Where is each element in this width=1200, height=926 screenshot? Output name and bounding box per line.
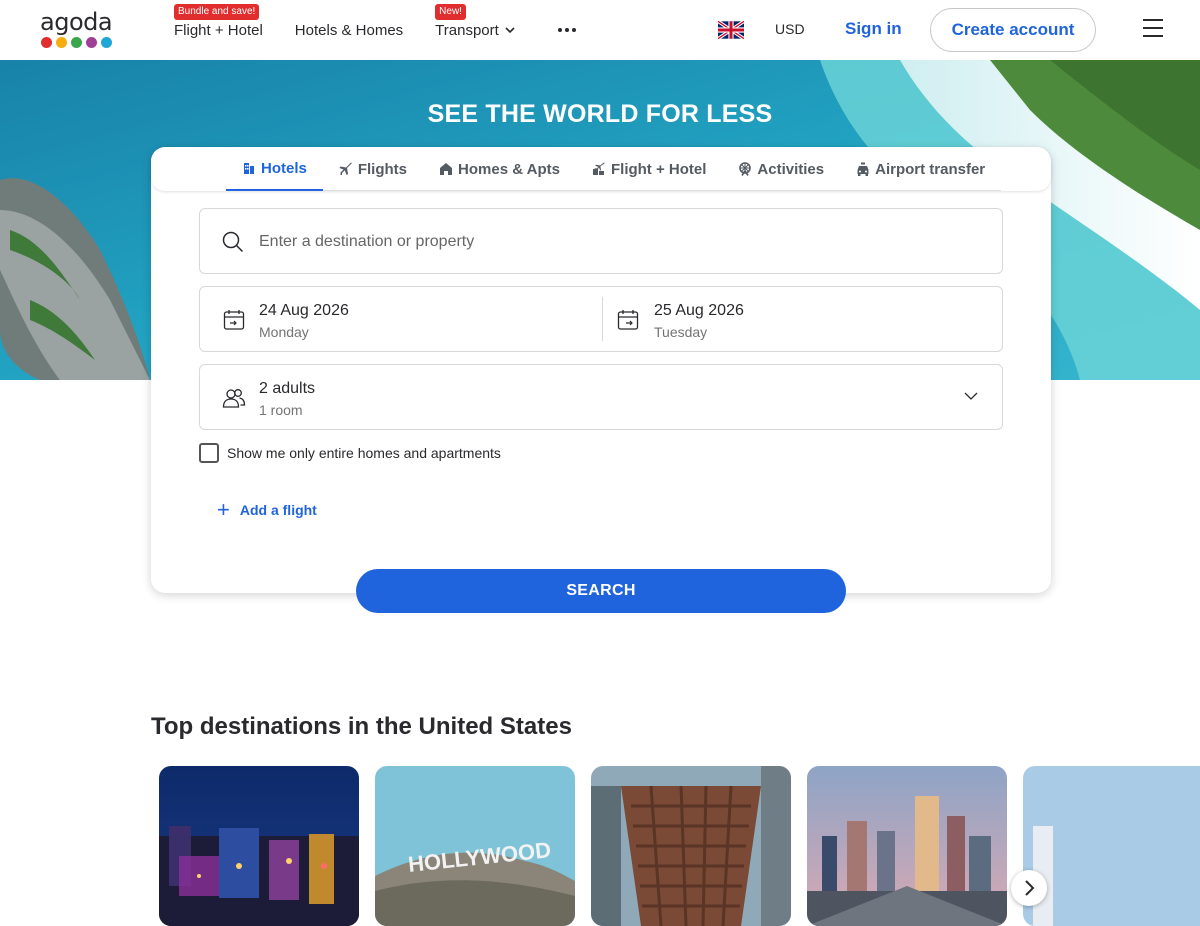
destination-card[interactable] <box>1023 766 1200 926</box>
checkout-day: Tuesday <box>654 324 708 340</box>
destination-card[interactable] <box>807 766 1007 926</box>
nav-flight-hotel-label: Flight + Hotel <box>174 21 263 39</box>
search-icon <box>222 231 244 253</box>
logo-dot <box>41 37 52 48</box>
chevron-down-icon <box>505 27 515 34</box>
checkin-date-value: 24 Aug 2026 <box>259 302 349 319</box>
destination-input[interactable] <box>259 229 959 255</box>
chevron-down-icon <box>964 392 978 400</box>
date-range-field: 24 Aug 2026 Monday 25 Aug 2026 Tuesday <box>199 286 1003 352</box>
guests-icon <box>222 389 246 408</box>
entire-homes-label: Show me only entire homes and apartments <box>227 445 501 461</box>
product-tabs: Hotels Flights Homes & Apts Flight + Hot… <box>226 147 1002 191</box>
search-button[interactable]: SEARCH <box>356 569 846 613</box>
product-tab-bar: Hotels Flights Homes & Apts Flight + Hot… <box>151 147 1051 191</box>
logo-dot <box>86 37 97 48</box>
nav-transport[interactable]: New! Transport <box>435 0 515 60</box>
top-header: agoda Bundle and save! Flight + Hotel Ho… <box>0 0 1200 60</box>
tab-flight-hotel-label: Flight + Hotel <box>610 160 707 178</box>
tab-airport-transfer[interactable]: Airport transfer <box>840 147 1001 191</box>
tab-hotels[interactable]: Hotels <box>226 147 323 191</box>
tab-activities[interactable]: Activities <box>722 147 840 191</box>
las-vegas-image <box>159 766 359 926</box>
logo-wordmark: agoda <box>40 8 113 36</box>
checkin-date[interactable]: 24 Aug 2026 Monday <box>200 287 602 351</box>
car-icon <box>857 162 869 176</box>
plane-icon <box>339 162 352 175</box>
agoda-logo[interactable]: agoda <box>40 10 114 50</box>
tab-homes-apts[interactable]: Homes & Apts <box>423 147 576 191</box>
activities-icon <box>739 162 752 176</box>
checkin-day: Monday <box>259 324 309 340</box>
logo-dots <box>40 37 114 48</box>
more-dots-icon[interactable] <box>557 0 577 60</box>
checkout-date-value: 25 Aug 2026 <box>654 302 744 319</box>
new-badge: New! <box>435 4 466 20</box>
partial-destination-image <box>1023 766 1200 926</box>
calendar-checkin-icon <box>223 310 245 330</box>
rooms-value: 1 room <box>259 402 303 418</box>
add-flight-label: Add a flight <box>239 502 317 518</box>
top-destinations-title: Top destinations in the United States <box>151 713 572 740</box>
sign-in-link[interactable]: Sign in <box>845 19 902 39</box>
tab-flights-label: Flights <box>357 160 408 178</box>
tab-hotels-label: Hotels <box>261 159 307 177</box>
calendar-checkout-icon <box>617 310 639 330</box>
hamburger-menu-icon[interactable] <box>1143 19 1163 37</box>
plus-icon: + <box>217 497 230 522</box>
main-nav: Bundle and save! Flight + Hotel Hotels &… <box>174 0 609 60</box>
logo-dot <box>71 37 82 48</box>
tab-homes-apts-label: Homes & Apts <box>458 160 560 178</box>
add-flight-button[interactable]: + Add a flight <box>217 497 317 522</box>
nav-flight-hotel[interactable]: Bundle and save! Flight + Hotel <box>174 0 263 60</box>
new-york-vessel-image <box>591 766 791 926</box>
tab-flight-hotel[interactable]: Flight + Hotel <box>576 147 722 191</box>
checkout-date[interactable]: 25 Aug 2026 Tuesday <box>602 297 1004 341</box>
hotel-icon <box>244 163 254 174</box>
uk-flag-icon[interactable] <box>718 20 744 40</box>
logo-dot <box>56 37 67 48</box>
currency-selector[interactable]: USD <box>775 21 805 37</box>
chevron-right-icon <box>1025 880 1035 896</box>
tab-activities-label: Activities <box>757 160 825 178</box>
nav-transport-label: Transport <box>435 21 499 39</box>
destination-card[interactable]: HOLLYWOOD <box>375 766 575 926</box>
destination-card[interactable] <box>159 766 359 926</box>
tab-airport-transfer-label: Airport transfer <box>875 160 986 178</box>
nav-hotels-homes-label: Hotels & Homes <box>294 21 404 39</box>
flight-hotel-icon <box>592 162 605 175</box>
destination-card[interactable] <box>591 766 791 926</box>
create-account-button[interactable]: Create account <box>930 8 1096 52</box>
tab-flights[interactable]: Flights <box>323 147 423 191</box>
destination-field[interactable] <box>199 208 1003 274</box>
occupancy-field[interactable]: 2 adults 1 room <box>199 364 1003 430</box>
home-icon <box>440 163 453 175</box>
carousel-next-button[interactable] <box>1011 870 1047 906</box>
entire-homes-checkbox-row[interactable]: Show me only entire homes and apartments <box>199 443 501 463</box>
guests-value: 2 adults <box>259 380 316 397</box>
entire-homes-checkbox[interactable] <box>199 443 219 463</box>
dallas-skyline-image <box>807 766 1007 926</box>
hollywood-image: HOLLYWOOD <box>375 766 575 926</box>
logo-dot <box>101 37 112 48</box>
nav-hotels-homes[interactable]: Hotels & Homes <box>295 0 403 60</box>
bundle-badge: Bundle and save! <box>174 4 260 20</box>
hero-title: SEE THE WORLD FOR LESS <box>427 100 773 128</box>
